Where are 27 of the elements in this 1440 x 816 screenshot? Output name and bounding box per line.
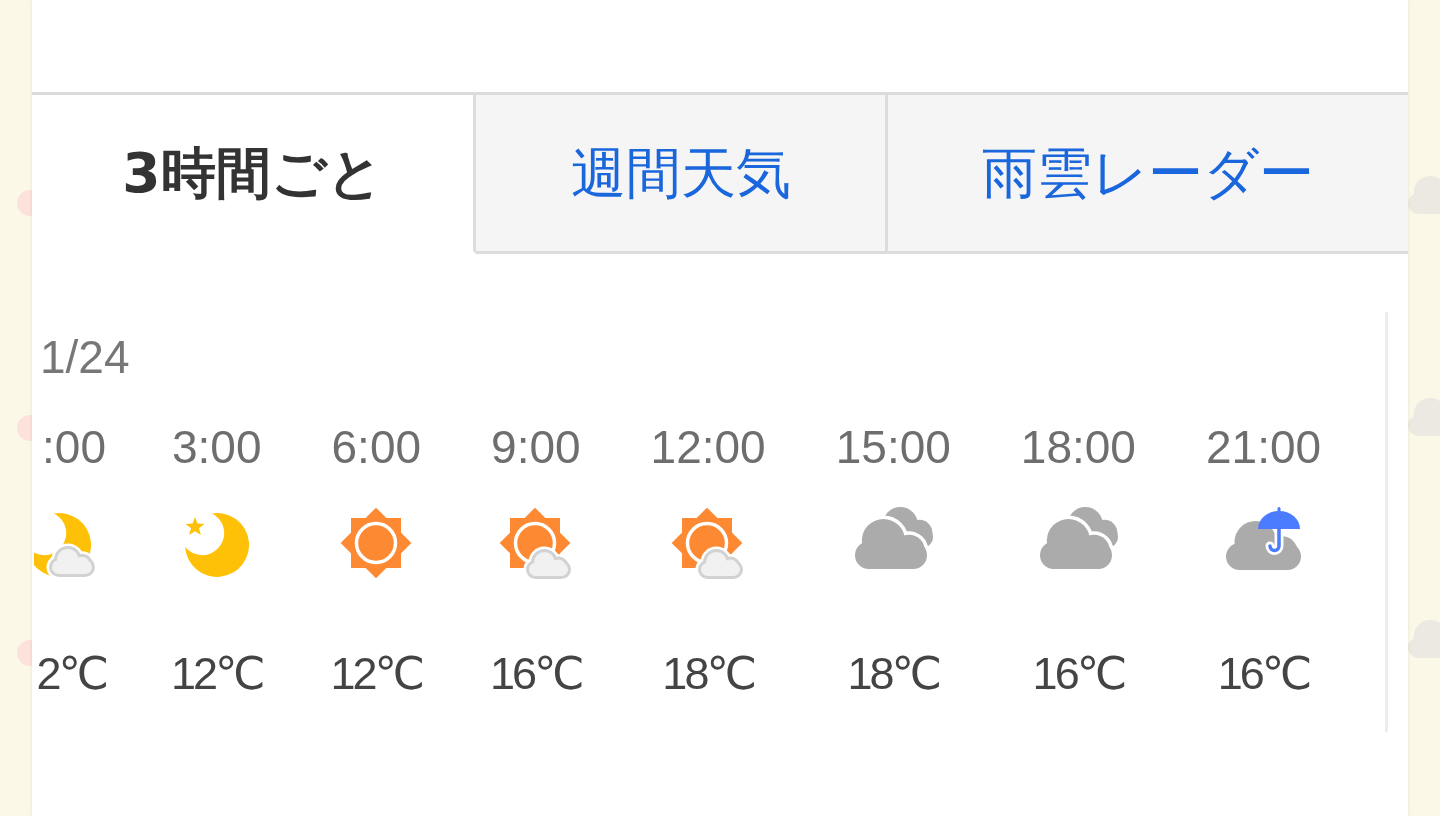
temperature-label: 18℃ [662,651,754,696]
temperature-label: 16℃ [490,651,582,696]
temperature-label: 18℃ [847,651,940,696]
sun-cloud-icon [671,507,746,581]
temperature-label: 2℃ [36,651,106,696]
time-label: 9:00 [491,424,581,470]
time-label: 3:00 [172,424,262,470]
cloud-icon [1408,620,1440,658]
time-label: 18:00 [1020,424,1136,470]
temperature-label: 12℃ [170,651,263,696]
time-label: 21:00 [1205,424,1322,470]
temperature-label: 16℃ [1032,651,1125,696]
temperature-label: 16℃ [1217,651,1310,696]
date-label: 1/24 [40,334,130,380]
time-label: 6:00 [331,424,422,470]
tab[interactable]: 3時間ごと [32,95,476,254]
clouds-icon [853,507,934,571]
cloud-icon [1408,398,1440,436]
time-label: 15:00 [835,424,951,470]
cloud-icon [1408,176,1440,214]
tab[interactable]: 週間天気 [476,95,888,254]
tab[interactable]: 雨雲レーダー [888,95,1408,254]
time-label: 12:00 [650,424,766,470]
cloud-umbrella-icon [1225,507,1302,571]
time-label: :00 [42,424,106,470]
temperature-label: 12℃ [330,651,423,696]
clouds-icon [1038,507,1119,571]
